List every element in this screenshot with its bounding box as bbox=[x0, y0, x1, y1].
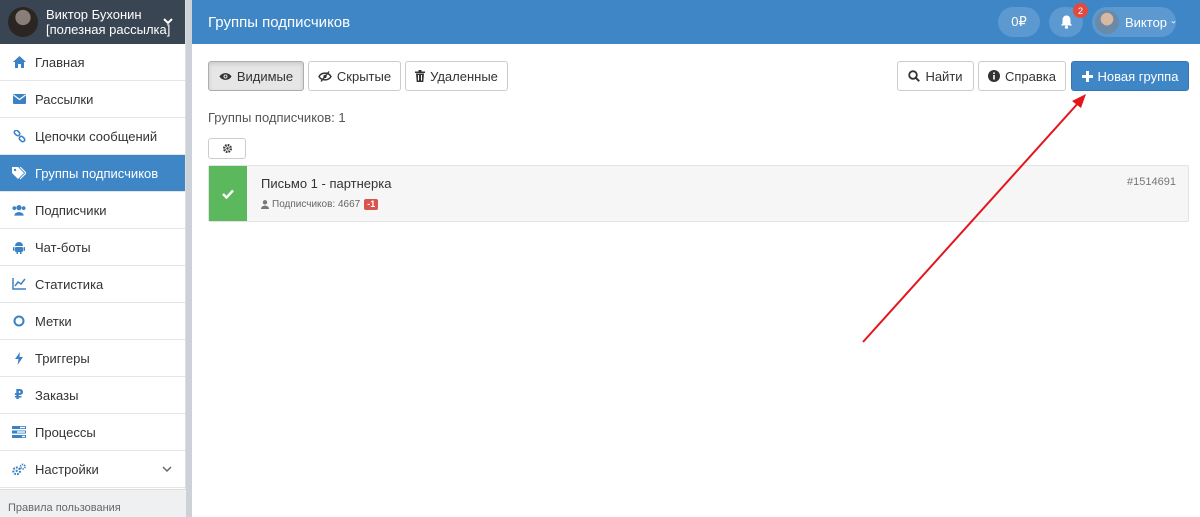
plus-icon bbox=[1081, 70, 1093, 82]
help-label: Справка bbox=[1005, 68, 1056, 84]
tasks-icon bbox=[12, 425, 26, 439]
check-icon bbox=[222, 189, 234, 199]
sidebar-item-statistics[interactable]: Статистика bbox=[0, 266, 185, 303]
sidebar-item-subscribers[interactable]: Подписчики bbox=[0, 192, 185, 229]
home-icon bbox=[12, 55, 26, 69]
new-group-button[interactable]: Новая группа bbox=[1071, 61, 1189, 91]
chevron-down-icon bbox=[1171, 20, 1176, 24]
gear-icon bbox=[222, 144, 232, 153]
status-indicator[interactable] bbox=[209, 166, 247, 221]
status-badge: -1 bbox=[364, 199, 379, 210]
sidebar-divider bbox=[186, 0, 192, 517]
cogs-icon bbox=[12, 462, 26, 476]
settings-button[interactable] bbox=[208, 138, 246, 159]
user-icon bbox=[261, 200, 269, 209]
profile-menu[interactable]: Виктор Бухонин [полезная рассылка] bbox=[0, 0, 185, 44]
group-name[interactable]: Письмо 1 - партнерка bbox=[261, 176, 391, 191]
sidebar-item-label: Заказы bbox=[35, 387, 79, 403]
avatar bbox=[8, 7, 38, 37]
sidebar-item-label: Главная bbox=[35, 54, 85, 70]
filter-visible-button[interactable]: Видимые bbox=[208, 61, 304, 91]
sidebar-item-label: Настройки bbox=[35, 461, 99, 477]
sidebar-item-label: Группы подписчиков bbox=[35, 165, 159, 181]
sidebar-item-label: Статистика bbox=[35, 276, 104, 292]
sidebar-item-triggers[interactable]: Триггеры bbox=[0, 340, 185, 377]
chart-line-icon bbox=[12, 277, 26, 291]
profile-subtitle: [полезная рассылка] bbox=[46, 22, 171, 37]
filter-visible-label: Видимые bbox=[236, 68, 294, 84]
sidebar-item-chatbots[interactable]: Чат-боты bbox=[0, 229, 185, 266]
sidebar-item-chains[interactable]: Цепочки сообщений bbox=[0, 118, 185, 155]
sidebar-item-label: Триггеры bbox=[35, 350, 90, 366]
sidebar-item-tags[interactable]: Метки bbox=[0, 303, 185, 340]
sidebar-item-home[interactable]: Главная bbox=[0, 44, 185, 81]
groups-count: Группы подписчиков: 1 bbox=[208, 110, 346, 125]
ruble-icon: ₽ bbox=[14, 387, 24, 402]
user-name: Виктор bbox=[1125, 14, 1168, 30]
sidebar-item-orders[interactable]: ₽ Заказы bbox=[0, 377, 185, 414]
link-icon bbox=[12, 129, 26, 143]
filter-hidden-label: Скрытые bbox=[336, 68, 392, 84]
new-group-label: Новая группа bbox=[1097, 68, 1179, 84]
bell-icon bbox=[1060, 15, 1072, 29]
balance-button[interactable]: 0₽ bbox=[998, 7, 1040, 37]
chevron-down-icon bbox=[163, 18, 173, 25]
filter-deleted-button[interactable]: Удаленные bbox=[405, 61, 508, 91]
help-button[interactable]: Справка bbox=[978, 61, 1066, 91]
circle-icon bbox=[12, 314, 26, 328]
user-menu-button[interactable]: Виктор bbox=[1092, 7, 1176, 37]
users-icon bbox=[12, 203, 26, 217]
filter-hidden-button[interactable]: Скрытые bbox=[308, 61, 401, 91]
eye-slash-icon bbox=[318, 70, 332, 82]
search-label: Найти bbox=[925, 68, 963, 84]
terms-link[interactable]: Правила пользования bbox=[0, 489, 186, 517]
sidebar-item-label: Чат-боты bbox=[35, 239, 91, 255]
sidebar-item-label: Процессы bbox=[35, 424, 96, 440]
android-icon bbox=[12, 240, 26, 254]
sidebar-item-label: Рассылки bbox=[35, 91, 94, 107]
tags-icon bbox=[12, 166, 26, 180]
profile-name: Виктор Бухонин bbox=[46, 7, 142, 22]
search-icon bbox=[908, 70, 921, 82]
sidebar-item-settings[interactable]: Настройки bbox=[0, 451, 185, 488]
sidebar-item-mailings[interactable]: Рассылки bbox=[0, 81, 185, 118]
subscribers-count: Подписчиков: 4667 bbox=[272, 199, 361, 210]
filter-deleted-label: Удаленные bbox=[430, 68, 498, 84]
top-header: Группы подписчиков 0₽ 2 Виктор bbox=[192, 0, 1200, 44]
avatar bbox=[1095, 10, 1119, 34]
info-icon bbox=[988, 70, 1000, 82]
eye-icon bbox=[219, 72, 232, 80]
group-id: #1514691 bbox=[1127, 176, 1176, 188]
sidebar-item-subscriber-groups[interactable]: Группы подписчиков bbox=[0, 155, 185, 192]
sidebar: Виктор Бухонин [полезная рассылка] Главн… bbox=[0, 0, 186, 517]
envelope-icon bbox=[12, 92, 26, 106]
sidebar-item-label: Подписчики bbox=[35, 202, 107, 218]
list-item[interactable]: Письмо 1 - партнерка Подписчиков: 4667 -… bbox=[208, 165, 1189, 222]
bolt-icon bbox=[12, 351, 26, 365]
notification-count-badge: 2 bbox=[1073, 3, 1088, 18]
trash-icon bbox=[415, 70, 426, 82]
chevron-down-icon bbox=[162, 466, 172, 473]
group-meta: Подписчиков: 4667 -1 bbox=[261, 199, 379, 210]
search-button[interactable]: Найти bbox=[897, 61, 974, 91]
sidebar-item-label: Цепочки сообщений bbox=[35, 128, 158, 144]
sidebar-item-label: Метки bbox=[35, 313, 72, 329]
sidebar-item-processes[interactable]: Процессы bbox=[0, 414, 185, 451]
page-title: Группы подписчиков bbox=[208, 14, 351, 31]
